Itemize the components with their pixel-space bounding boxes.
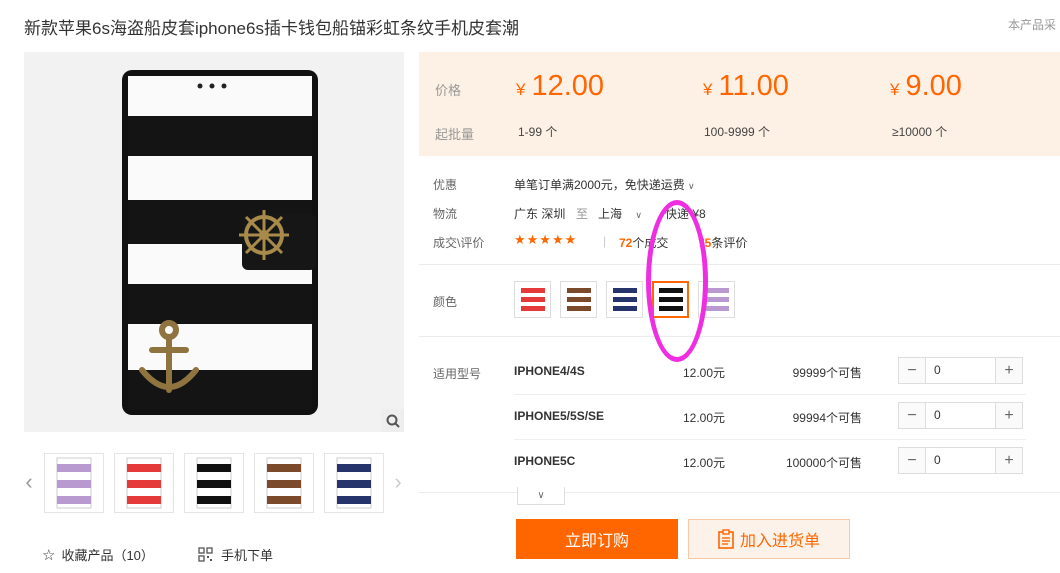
product-title: 新款苹果6s海盗船皮套iphone6s插卡钱包船锚彩虹条纹手机皮套潮 [24,19,519,38]
plus-icon[interactable]: + [996,403,1022,428]
divider [419,336,1060,337]
thumbnail-purple[interactable] [44,453,104,513]
shipping-label: 物流 [433,207,458,221]
minus-icon[interactable]: − [899,448,925,473]
add-to-list-label: 加入进货单 [739,533,820,550]
favorite-button[interactable]: ☆ 收藏产品（10） [42,545,154,564]
thumb-prev-icon[interactable]: ‹ [22,471,36,493]
divider [419,492,1060,493]
model-row: IPHONE5/5S/SE 12.00元 99994个可售 − 0 + [514,394,1026,439]
deals-separator: | [603,234,607,248]
model-stock: 99994个可售 [792,411,862,425]
plus-icon[interactable]: + [996,358,1022,383]
promo-dropdown[interactable]: 单笔订单满2000元，免快递运费 ∨ [514,176,695,193]
thumbnail-red[interactable] [114,453,174,513]
quantity-stepper: − 0 + [898,357,1023,384]
phone-case-illustration [24,52,404,432]
moq-tier-1: 1-99 个 [518,125,558,139]
shipping-from: 广东 深圳 [514,207,566,221]
thumb-next-icon[interactable]: › [391,471,405,493]
color-swatch-brown[interactable] [560,281,597,318]
color-label: 颜色 [433,295,458,309]
moq-tier-3: ≥10000 个 [892,125,948,139]
thumbnail-blue[interactable] [324,453,384,513]
price-label: 价格 [435,83,462,98]
divider [419,264,1060,265]
price-tier-3: ¥9.00 [890,70,962,102]
color-swatch-blue[interactable] [606,281,643,318]
price-tier-1: ¥12.00 [516,70,605,102]
chevron-down-icon: ∨ [537,490,545,501]
star-outline-icon: ☆ [42,546,56,564]
shipping-destination-select[interactable]: 上海 ∨ [598,205,642,222]
chevron-down-icon: ∨ [688,181,695,191]
moq-tier-2: 100-9999 个 [704,125,771,139]
quantity-stepper: − 0 + [898,447,1023,474]
model-row: IPHONE4/4S 12.00元 99999个可售 − 0 + [514,349,1026,394]
rating-stars: ★★★★★ [514,232,578,247]
shipping-to-word: 至 [576,207,589,221]
zoom-icon[interactable] [381,409,404,432]
model-price: 12.00元 [683,456,726,470]
color-swatch-red[interactable] [514,281,551,318]
highlight-annotation-circle [646,200,708,362]
quantity-stepper: − 0 + [898,402,1023,429]
favorite-label: 收藏产品（10） [61,548,154,563]
chevron-down-icon: ∨ [635,210,642,220]
clipboard-icon [718,529,734,549]
quantity-input[interactable]: 0 [925,358,996,383]
mobile-order-button[interactable]: 手机下单 [198,545,273,564]
price-tier-2: ¥11.00 [703,70,789,102]
qr-code-icon [198,547,213,562]
minus-icon[interactable]: − [899,358,925,383]
buy-now-button[interactable]: 立即订购 [516,519,678,559]
expand-models-button[interactable]: ∨ [517,487,565,505]
minus-icon[interactable]: − [899,403,925,428]
add-to-purchase-list-button[interactable]: 加入进货单 [688,519,850,559]
price-panel: 价格 起批量 ¥12.00 ¥11.00 ¥9.00 1-99 个 100-99… [419,52,1060,156]
model-name: IPHONE4/4S [514,364,585,378]
mobile-order-label: 手机下单 [221,548,274,563]
plus-icon[interactable]: + [996,448,1022,473]
model-name: IPHONE5/5S/SE [514,409,605,423]
model-price: 12.00元 [683,366,726,380]
promo-label: 优惠 [433,178,458,192]
quantity-input[interactable]: 0 [925,448,996,473]
moq-label: 起批量 [435,127,475,142]
main-product-image[interactable] [24,52,404,432]
model-stock: 99999个可售 [792,366,862,380]
model-stock: 100000个可售 [785,456,862,470]
quantity-input[interactable]: 0 [925,403,996,428]
model-name: IPHONE5C [514,454,576,468]
model-row: IPHONE5C 12.00元 100000个可售 − 0 + [514,439,1026,484]
title-note: 本产品采 [1008,18,1057,32]
deals-label: 成交\评价 [433,236,485,250]
models-label: 适用型号 [433,367,482,381]
thumbnail-brown[interactable] [254,453,314,513]
model-price: 12.00元 [683,411,726,425]
thumbnail-black[interactable] [184,453,244,513]
